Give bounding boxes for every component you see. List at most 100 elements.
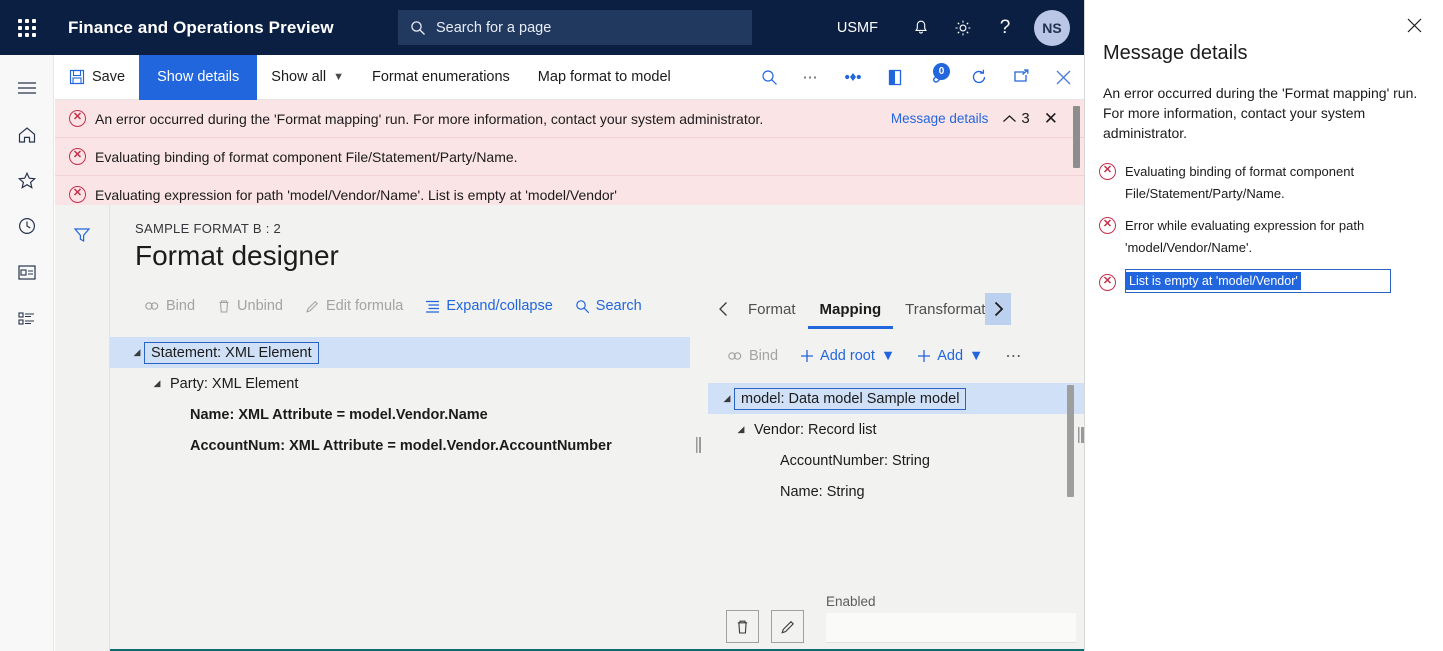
message-text: Evaluating expression for path 'model/Ve… xyxy=(95,186,617,203)
star-icon[interactable] xyxy=(0,157,54,203)
global-search-input[interactable]: Search for a page xyxy=(398,10,752,45)
main-content: SAMPLE FORMAT B : 2 Format designer Bind xyxy=(55,205,1084,651)
delete-button[interactable] xyxy=(726,610,759,643)
expander-icon[interactable]: ◢ xyxy=(734,424,748,435)
tree-node[interactable]: ◢ model: Data model Sample model xyxy=(708,383,1084,414)
company-selector[interactable]: USMF xyxy=(837,20,878,36)
avatar[interactable]: NS xyxy=(1034,9,1070,46)
message-count: 3 xyxy=(1021,110,1030,127)
workspace-icon[interactable] xyxy=(0,249,54,295)
question-icon[interactable]: ? xyxy=(984,0,1026,55)
list-item-text: Error while evaluating expression for pa… xyxy=(1125,218,1365,255)
tree-node[interactable]: AccountNumber: String xyxy=(708,445,1084,476)
list-item[interactable]: ✕ List is empty at 'model/Vendor' xyxy=(1099,269,1443,293)
error-icon: ✕ xyxy=(1099,273,1116,291)
tree-node[interactable]: ◢ Vendor: Record list xyxy=(708,414,1084,445)
refresh-icon[interactable] xyxy=(958,55,1000,100)
show-details-button[interactable]: Show details xyxy=(139,54,258,100)
filter-icon[interactable] xyxy=(64,219,100,251)
splitter-grip[interactable] xyxy=(696,437,701,453)
search-icon[interactable] xyxy=(748,55,790,100)
list-item: ✕ Evaluating binding of format component… xyxy=(1099,161,1443,205)
chevron-left-icon[interactable] xyxy=(710,293,736,325)
expander-icon[interactable]: ◢ xyxy=(150,378,164,389)
open-in-new-window-icon[interactable] xyxy=(1000,55,1042,100)
tab-format[interactable]: Format xyxy=(736,289,808,329)
global-search-placeholder: Search for a page xyxy=(436,19,552,36)
mapping-bind-button[interactable]: Bind xyxy=(718,342,787,370)
bind-button[interactable]: Bind xyxy=(135,292,204,320)
ellipsis-icon[interactable]: ⋯ xyxy=(790,55,832,100)
chevron-down-icon: ▼ xyxy=(880,348,896,364)
expander-icon[interactable]: ◢ xyxy=(130,347,144,358)
save-label: Save xyxy=(92,69,126,85)
tree-node-label: Party: XML Element xyxy=(170,375,299,392)
chevron-right-icon[interactable] xyxy=(985,293,1012,325)
gear-icon[interactable] xyxy=(942,0,984,55)
error-icon: ✕ xyxy=(1099,163,1116,180)
office-icon[interactable] xyxy=(874,55,916,100)
attachment-icon[interactable]: 0 xyxy=(916,55,958,100)
tree-node-label: model: Data model Sample model xyxy=(734,387,967,410)
message-text: Evaluating binding of format component F… xyxy=(95,148,518,165)
top-navigation-bar: Finance and Operations Preview Search fo… xyxy=(0,0,1084,55)
expand-collapse-button[interactable]: Expand/collapse xyxy=(416,292,561,320)
close-icon[interactable] xyxy=(1042,55,1084,100)
bind-label: Bind xyxy=(166,298,196,314)
tab-mapping[interactable]: Mapping xyxy=(808,289,894,329)
modules-icon[interactable] xyxy=(0,295,54,341)
mapping-pane-toolbar: Bind Add root ▼ Add ▼ ⋯ xyxy=(708,339,1084,373)
app-title: Finance and Operations Preview xyxy=(68,17,334,37)
tree-node[interactable]: Name: String xyxy=(708,476,1084,507)
tree-node[interactable]: AccountNum: XML Attribute = model.Vendor… xyxy=(110,430,690,461)
close-icon[interactable] xyxy=(1401,12,1427,38)
format-enumerations-button[interactable]: Format enumerations xyxy=(358,55,524,100)
add-root-button[interactable]: Add root ▼ xyxy=(791,342,904,370)
designer-content: SAMPLE FORMAT B : 2 Format designer Bind xyxy=(110,205,1084,651)
format-tree-pane: Bind Unbind Edit formula Expand/collapse… xyxy=(110,289,690,651)
add-button[interactable]: Add ▼ xyxy=(908,342,992,370)
unbind-label: Unbind xyxy=(237,298,283,314)
expander-icon[interactable]: ◢ xyxy=(720,393,734,404)
unbind-button[interactable]: Unbind xyxy=(208,292,292,320)
list-item-text: List is empty at 'model/Vendor' xyxy=(1126,272,1301,290)
clock-icon[interactable] xyxy=(0,203,54,249)
message-bar-scrollbar[interactable] xyxy=(1073,106,1080,168)
format-search-button[interactable]: Search xyxy=(566,292,651,320)
error-icon: ✕ xyxy=(69,110,86,127)
filter-pane xyxy=(55,205,110,651)
show-all-dropdown[interactable]: Show all ▼ xyxy=(257,55,358,100)
message-row: ✕ An error occurred during the 'Format m… xyxy=(55,100,1084,138)
message-collapse-button[interactable]: 3 xyxy=(1002,110,1030,127)
tree-node[interactable]: Name: XML Attribute = model.Vendor.Name xyxy=(110,399,690,430)
tree-node[interactable]: ◢ Party: XML Element xyxy=(110,368,690,399)
panel-message-list: ✕ Evaluating binding of format component… xyxy=(1099,161,1443,293)
bell-icon[interactable] xyxy=(900,0,942,55)
home-icon[interactable] xyxy=(0,111,54,157)
message-details-link[interactable]: Message details xyxy=(891,111,989,126)
edit-formula-button[interactable]: Edit formula xyxy=(296,292,412,320)
panel-title: Message details xyxy=(1103,42,1248,64)
selected-message-box[interactable]: List is empty at 'model/Vendor' xyxy=(1125,269,1391,293)
search-icon xyxy=(411,20,425,35)
share-icon[interactable] xyxy=(832,55,874,100)
pane-splitter[interactable] xyxy=(690,289,708,651)
save-button[interactable]: Save xyxy=(55,55,139,100)
hamburger-icon[interactable] xyxy=(0,65,54,111)
chevron-down-icon: ▼ xyxy=(333,71,344,83)
enabled-input[interactable] xyxy=(826,613,1076,643)
message-close-button[interactable]: ✕ xyxy=(1044,109,1058,129)
tree-node[interactable]: ◢ Statement: XML Element xyxy=(110,337,690,368)
plus-icon xyxy=(801,350,814,362)
attachment-count-badge: 0 xyxy=(933,62,950,80)
app-launcher-icon[interactable] xyxy=(0,0,54,55)
edit-button[interactable] xyxy=(771,610,804,643)
mapping-bottom-toolbar: Enabled xyxy=(726,594,1076,643)
tab-transformations-label: Transformations xyxy=(905,300,986,318)
show-all-label: Show all xyxy=(271,69,327,85)
mapping-tree-scrollbar[interactable] xyxy=(1067,385,1074,497)
mapping-overflow-button[interactable]: ⋯ xyxy=(996,342,1032,370)
map-format-to-model-button[interactable]: Map format to model xyxy=(524,55,685,100)
list-icon xyxy=(426,300,440,313)
tab-transformations[interactable]: Transformations xyxy=(893,289,985,329)
